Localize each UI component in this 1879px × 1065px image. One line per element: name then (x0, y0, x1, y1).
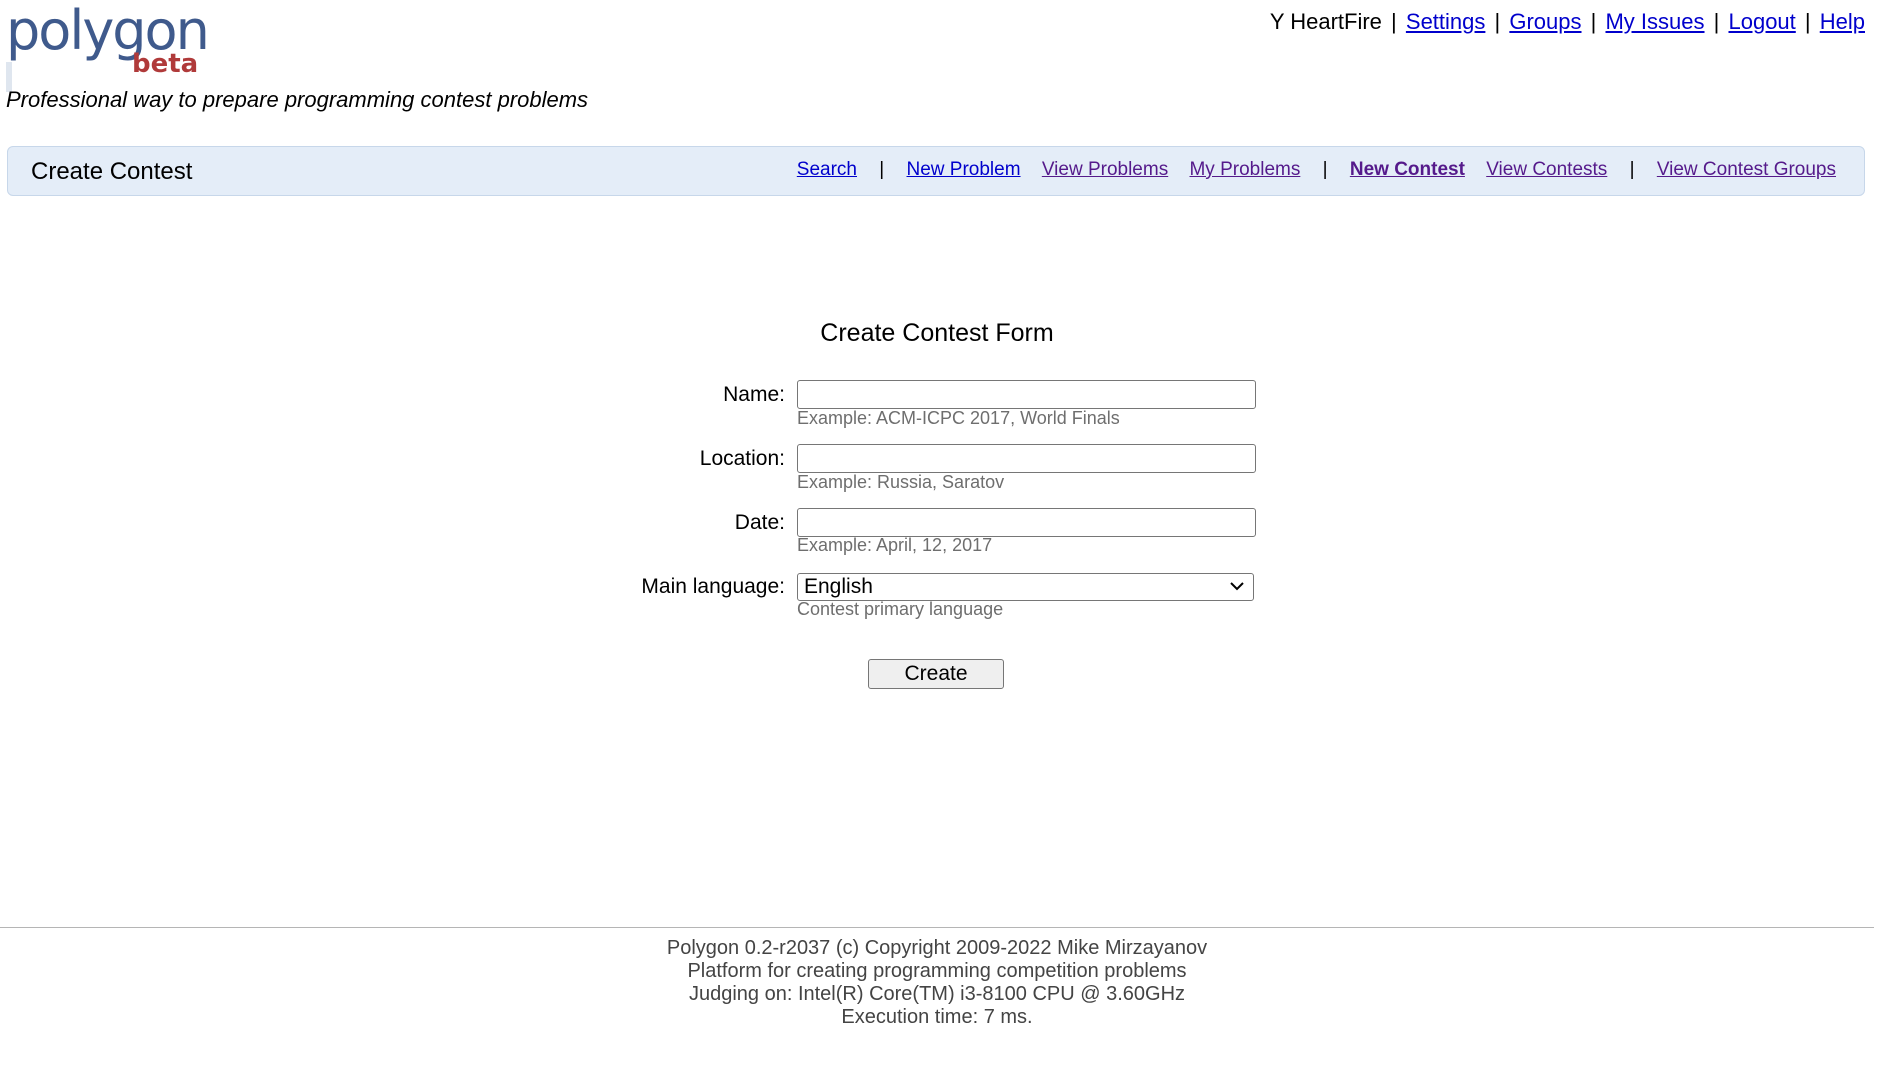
date-hint: Example: April, 12, 2017 (797, 535, 993, 555)
form-title: Create Contest Form (820, 319, 1054, 347)
main-navbar: Create Contest Search | New Problem View… (7, 146, 1865, 196)
date-label: Date: (734, 511, 785, 534)
separator: | (1322, 159, 1328, 180)
nav-view-problems-link[interactable]: View Problems (1042, 159, 1168, 180)
polygon-logo[interactable]: polygon beta (6, 4, 210, 92)
logo-beta-badge: beta (132, 49, 199, 79)
groups-link[interactable]: Groups (1509, 9, 1581, 34)
location-label: Location: (699, 447, 785, 470)
footer-execution-time: Execution time: 7 ms. (841, 1006, 1033, 1028)
footer-platform: Platform for creating programming compet… (687, 960, 1187, 982)
nav-links: Search | New Problem View Problems My Pr… (789, 159, 1844, 181)
nav-new-problem-link[interactable]: New Problem (907, 159, 1021, 180)
name-label: Name: (723, 383, 785, 406)
help-link[interactable]: Help (1820, 9, 1865, 34)
main-language-value: English (804, 575, 873, 598)
footer: Polygon 0.2-r2037 (c) Copyright 2009-202… (0, 937, 1874, 1029)
footer-judging: Judging on: Intel(R) Core(TM) i3-8100 CP… (688, 983, 1186, 1005)
name-hint: Example: ACM-ICPC 2017, World Finals (797, 408, 1120, 428)
separator: | (1391, 9, 1397, 34)
user-name: Y HeartFire (1269, 9, 1382, 34)
location-hint: Example: Russia, Saratov (797, 472, 1005, 492)
nav-search-link[interactable]: Search (797, 159, 857, 180)
separator: | (1804, 9, 1811, 34)
logout-link[interactable]: Logout (1728, 9, 1795, 34)
separator: | (1629, 159, 1635, 180)
date-field[interactable] (797, 508, 1256, 537)
main-language-select[interactable]: English (797, 573, 1254, 601)
separator: | (1494, 9, 1501, 34)
nav-my-problems-link[interactable]: My Problems (1189, 159, 1300, 180)
nav-view-contests-link[interactable]: View Contests (1486, 159, 1607, 180)
location-field[interactable] (797, 444, 1256, 473)
page: polygon beta Professional way to prepare… (0, 0, 1879, 1065)
separator: | (1590, 9, 1597, 34)
settings-link[interactable]: Settings (1406, 9, 1486, 34)
name-field[interactable] (797, 380, 1256, 409)
separator: | (879, 159, 885, 180)
separator: | (1713, 9, 1720, 34)
nav-new-contest-link[interactable]: New Contest (1350, 159, 1465, 180)
main-language-label: Main language: (641, 575, 785, 598)
user-links: Y HeartFire | Settings | Groups | My Iss… (1270, 9, 1865, 35)
page-title: Create Contest (31, 158, 193, 185)
my-issues-link[interactable]: My Issues (1605, 9, 1704, 34)
footer-copyright: Polygon 0.2-r2037 (c) Copyright 2009-202… (666, 937, 1208, 959)
nav-view-contest-groups-link[interactable]: View Contest Groups (1657, 159, 1836, 180)
tagline: Professional way to prepare programming … (6, 87, 589, 112)
footer-divider (0, 927, 1874, 928)
create-button[interactable]: Create (868, 659, 1004, 689)
main-language-hint: Contest primary language (797, 599, 1004, 619)
chevron-down-icon (1230, 582, 1244, 591)
